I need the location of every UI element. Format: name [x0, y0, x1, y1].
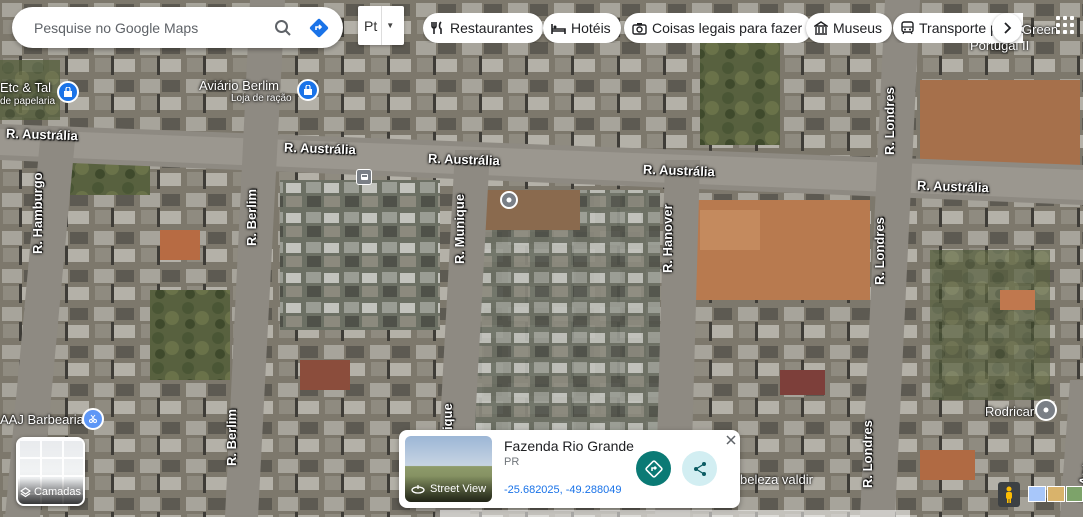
- shopping-bag-icon: [304, 85, 312, 95]
- search-icon[interactable]: [269, 14, 297, 42]
- layers-label: Camadas: [33, 486, 82, 498]
- chip-label: Hotéis: [571, 20, 611, 36]
- street-view-overlay: Street View: [405, 476, 492, 502]
- street-label-londres-2: R. Londres: [872, 217, 887, 285]
- map-type-thumbnail-1[interactable]: [1028, 486, 1046, 502]
- location-pin-icon: [1043, 407, 1049, 413]
- chip-museums[interactable]: Museus: [806, 13, 893, 43]
- street-label-australia-2: R. Austrália: [283, 139, 357, 158]
- layers-icon: [19, 487, 31, 498]
- street-view-thumbnail[interactable]: Street View: [405, 436, 492, 502]
- chip-label: Coisas legais para fazer: [652, 20, 803, 36]
- street-label-hanover: R. Hanover: [660, 204, 675, 273]
- street-label-berlim-2: R. Berlim: [224, 408, 239, 466]
- street-view-label: Street View: [430, 483, 487, 495]
- street-label-australia-1: R. Austrália: [5, 125, 79, 144]
- scissors-icon: [89, 414, 97, 423]
- chips-next-button[interactable]: [992, 13, 1022, 43]
- street-view-icon: [411, 485, 425, 494]
- language-selector[interactable]: Pt ▼: [358, 6, 404, 45]
- close-icon: [726, 435, 736, 445]
- poi-sub-aviario: Loja de ração: [231, 93, 292, 104]
- category-chips: Restaurantes Hotéis Coisas legais para f…: [423, 13, 1023, 43]
- chevron-right-icon: [1004, 22, 1012, 34]
- search-input[interactable]: [32, 18, 261, 37]
- poi-pin-aaj[interactable]: [82, 408, 104, 430]
- camera-icon: [632, 22, 647, 35]
- street-label-australia-4: R. Austrália: [642, 161, 716, 180]
- poi-name-etc-tal[interactable]: Etc & Tal: [0, 80, 51, 95]
- attribution-bar: [440, 510, 910, 517]
- map-type-thumbnail-2[interactable]: [1047, 486, 1065, 502]
- transit-icon: [901, 21, 914, 35]
- language-value: Pt: [364, 17, 378, 34]
- place-info-card[interactable]: Street View Fazenda Rio Grande PR -25.68…: [399, 430, 740, 508]
- chip-label: Restaurantes: [450, 20, 534, 36]
- street-label-australia-5: R. Austrália: [916, 177, 990, 196]
- restaurant-icon: [431, 21, 442, 34]
- poi-name-beleza[interactable]: beleza valdir: [740, 472, 813, 487]
- street-label-munique-1: R. Munique: [452, 193, 467, 264]
- street-label-londres-3: R. Londres: [860, 420, 875, 488]
- poi-pin-etc-tal[interactable]: [57, 81, 79, 103]
- share-icon: [693, 461, 706, 476]
- close-button[interactable]: [723, 432, 739, 448]
- museum-icon: [814, 21, 828, 35]
- chip-things-to-do[interactable]: Coisas legais para fazer: [624, 13, 813, 43]
- search-box[interactable]: [12, 7, 343, 48]
- hotel-icon: [551, 23, 566, 34]
- divider: [381, 6, 383, 45]
- street-label-hamburgo: R. Hamburgo: [30, 172, 45, 254]
- chip-label: Museus: [833, 20, 883, 36]
- street-label-munique-2: ique: [440, 403, 455, 430]
- pegman-icon: [1006, 486, 1012, 503]
- directions-button[interactable]: [636, 451, 671, 486]
- poi-name-green[interactable]: Green: [1022, 22, 1058, 37]
- transit-stop-pin[interactable]: [356, 169, 372, 185]
- place-marker[interactable]: [500, 191, 518, 209]
- poi-name-rodricar[interactable]: Rodricar: [985, 404, 1034, 419]
- apps-grid-icon[interactable]: [1056, 16, 1074, 34]
- poi-pin-rodricar[interactable]: [1035, 399, 1057, 421]
- directions-icon: [644, 459, 663, 478]
- place-coordinates[interactable]: -25.682025, -49.288049: [504, 484, 621, 496]
- street-label-australia-3: R. Austrália: [427, 150, 501, 169]
- map-type-thumbnail-3[interactable]: [1066, 486, 1083, 502]
- poi-name-aaj[interactable]: AAJ Barbearia: [0, 412, 84, 427]
- place-state: PR: [504, 456, 520, 468]
- poi-pin-aviario[interactable]: [297, 79, 319, 101]
- street-label-berlim-1: R. Berlim: [244, 188, 259, 246]
- poi-name-aviario[interactable]: Aviário Berlim: [199, 78, 279, 93]
- place-title[interactable]: Fazenda Rio Grande: [504, 438, 634, 454]
- chip-restaurants[interactable]: Restaurantes: [423, 13, 544, 43]
- directions-icon[interactable]: [305, 14, 333, 42]
- shopping-bag-icon: [64, 87, 72, 97]
- chip-hotels[interactable]: Hotéis: [543, 13, 621, 43]
- pegman-button[interactable]: [998, 482, 1020, 507]
- street-label-londres-1: R. Londres: [882, 87, 897, 155]
- layers-button[interactable]: Camadas: [16, 437, 85, 506]
- layers-label-container: Camadas: [18, 478, 83, 504]
- chevron-down-icon[interactable]: ▼: [386, 21, 394, 30]
- share-button[interactable]: [682, 451, 717, 486]
- bus-icon: [360, 173, 368, 180]
- poi-sub-etc-tal: de papelaria: [0, 96, 56, 107]
- location-pin-icon: [506, 197, 512, 203]
